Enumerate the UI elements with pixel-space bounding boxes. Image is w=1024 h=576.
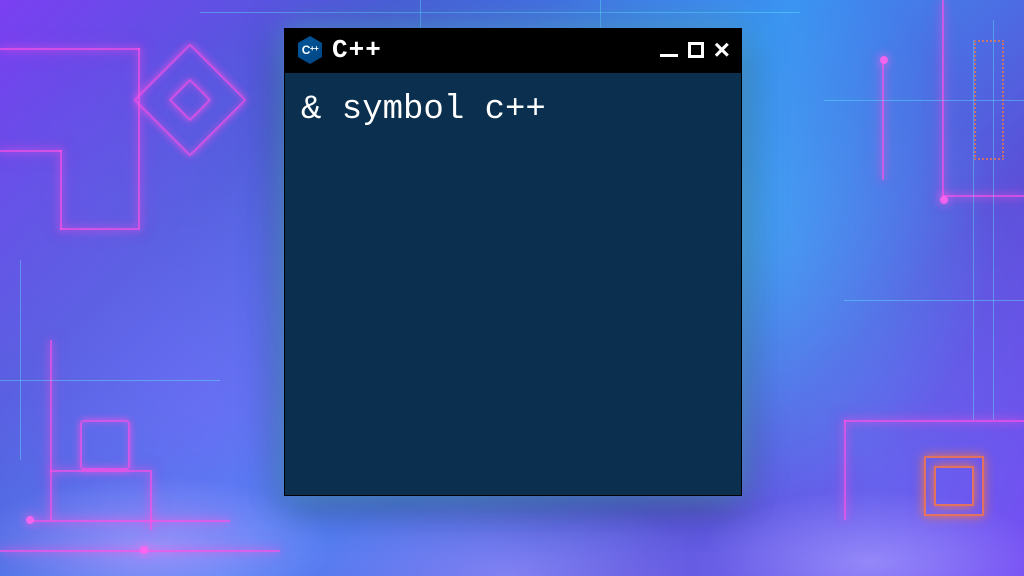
close-button[interactable]: × (714, 36, 730, 64)
minimize-button[interactable] (660, 44, 678, 57)
window-controls: × (660, 36, 730, 64)
maximize-button[interactable] (688, 42, 704, 58)
window-title: C++ (332, 35, 652, 65)
terminal-window: C++ C++ × & symbol c++ (284, 28, 742, 496)
titlebar[interactable]: C++ C++ × (284, 28, 742, 72)
cpp-icon: C++ (296, 36, 324, 64)
terminal-body[interactable]: & symbol c++ (284, 72, 742, 496)
terminal-output: & symbol c++ (301, 91, 725, 129)
